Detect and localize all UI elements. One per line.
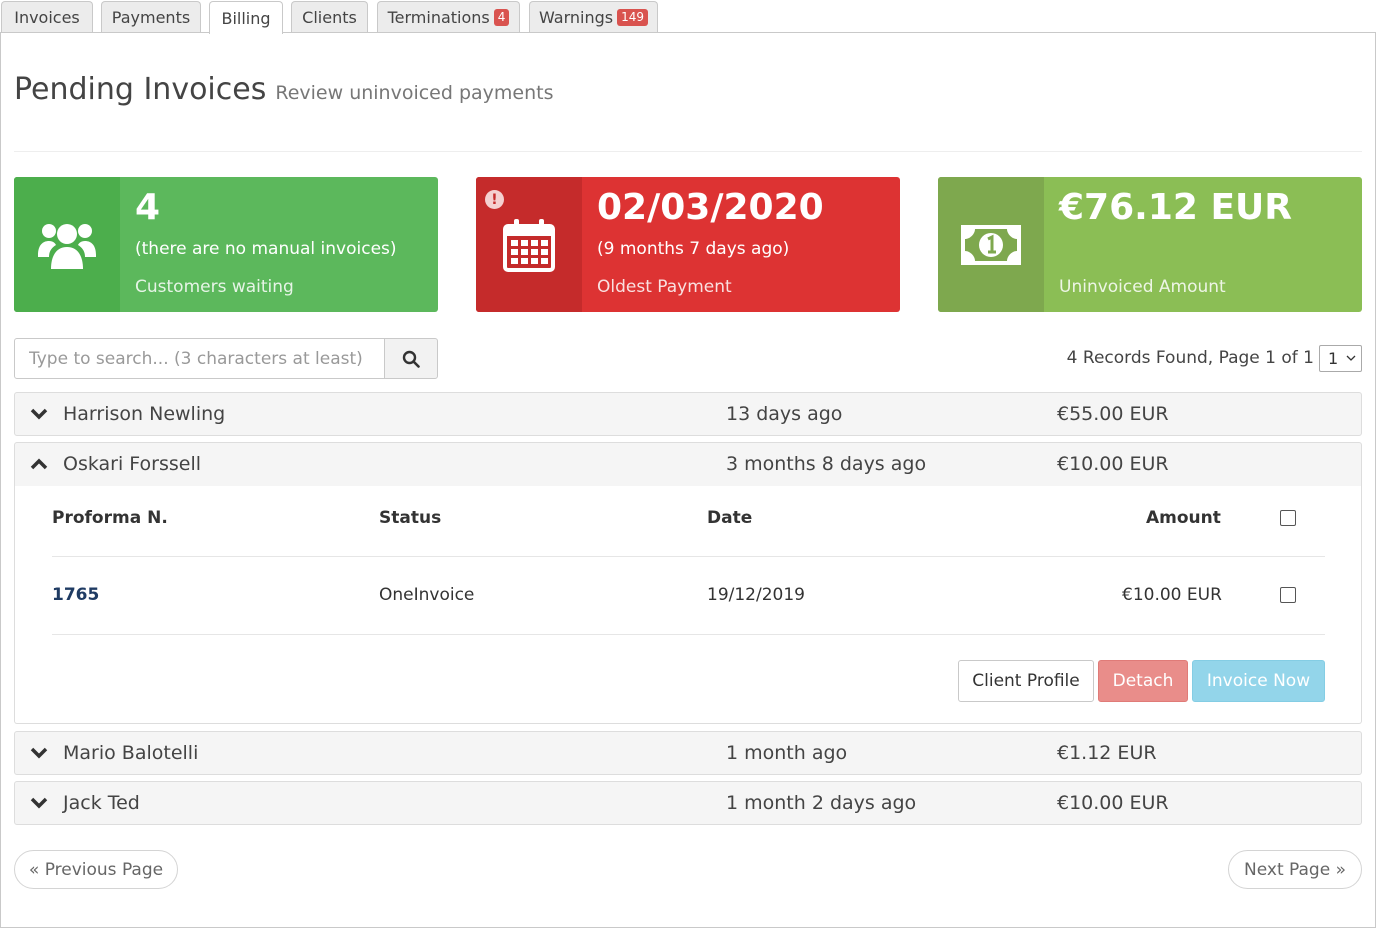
client-row-harrison-newling[interactable]: Harrison Newling 13 days ago €55.00 EUR: [14, 392, 1362, 436]
warnings-badge: 149: [617, 9, 649, 26]
users-icon: [14, 177, 120, 312]
tab-invoices[interactable]: Invoices: [1, 1, 93, 33]
oldest-payment-age: (9 months 7 days ago): [597, 239, 790, 259]
client-profile-button[interactable]: Client Profile: [958, 660, 1094, 702]
row-checkbox[interactable]: [1280, 587, 1296, 603]
page-select[interactable]: 1: [1319, 345, 1362, 372]
payment-age: 13 days ago: [726, 403, 843, 425]
uninvoiced-amount-label: Uninvoiced Amount: [1059, 277, 1226, 297]
tab-label: Billing: [221, 8, 271, 28]
proforma-link[interactable]: 1765: [52, 585, 99, 605]
previous-page-button[interactable]: « Previous Page: [14, 850, 178, 889]
proforma-date: 19/12/2019: [707, 585, 805, 605]
tab-bar: Invoices Payments Billing Clients Termin…: [0, 0, 1376, 34]
page-title: Pending Invoices: [14, 72, 267, 107]
header-divider: [14, 151, 1362, 152]
client-name: Oskari Forssell: [63, 453, 202, 475]
client-name: Jack Ted: [63, 792, 140, 814]
terminations-badge: 4: [493, 9, 510, 26]
customers-note: (there are no manual invoices): [135, 239, 397, 259]
select-all-checkbox[interactable]: [1280, 510, 1296, 526]
client-name: Mario Balotelli: [63, 742, 199, 764]
customers-label: Customers waiting: [135, 277, 294, 297]
search-input[interactable]: [14, 338, 385, 379]
payment-age: 3 months 8 days ago: [726, 453, 927, 475]
client-row-jack-ted[interactable]: Jack Ted 1 month 2 days ago €10.00 EUR: [14, 781, 1362, 825]
tab-label: Terminations: [387, 8, 490, 27]
tab-terminations[interactable]: Terminations 4: [377, 1, 520, 33]
client-row-mario-balotelli[interactable]: Mario Balotelli 1 month ago €1.12 EUR: [14, 731, 1362, 775]
page-select-value: 1: [1328, 349, 1339, 368]
column-header-status: Status: [379, 508, 442, 528]
client-amount: €55.00 EUR: [1057, 403, 1169, 425]
tab-payments[interactable]: Payments: [101, 1, 201, 33]
tab-label: Warnings: [538, 8, 614, 27]
proforma-amount: €10.00 EUR: [1122, 585, 1222, 605]
client-detail-panel: Proforma N. Status Date Amount 1765 OneI…: [14, 486, 1362, 724]
page-subtitle: Review uninvoiced payments: [275, 82, 554, 104]
chevron-down-icon: [30, 408, 48, 420]
tab-label: Invoices: [14, 8, 80, 27]
tab-warnings[interactable]: Warnings 149: [529, 1, 658, 33]
uninvoiced-amount-box: €76.12 EUR Uninvoiced Amount: [938, 177, 1362, 312]
column-header-proforma: Proforma N.: [52, 508, 168, 528]
search-icon: [402, 350, 420, 368]
customers-count: 4: [135, 187, 161, 228]
oldest-payment-box: ! 02/03/2020 (9 months 7 days ago) Oldes…: [476, 177, 900, 312]
chevron-down-icon: [30, 797, 48, 809]
client-amount: €1.12 EUR: [1057, 742, 1157, 764]
chevron-down-icon: [1346, 355, 1356, 361]
search-button[interactable]: [384, 338, 438, 379]
detach-button[interactable]: Detach: [1098, 660, 1188, 702]
tab-clients[interactable]: Clients: [291, 1, 368, 33]
tab-label: Clients: [302, 8, 357, 27]
table-divider: [52, 634, 1325, 635]
invoice-now-button[interactable]: Invoice Now: [1192, 660, 1325, 702]
client-name: Harrison Newling: [63, 403, 226, 425]
chevron-down-icon: [30, 747, 48, 759]
uninvoiced-amount: €76.12 EUR: [1059, 187, 1292, 228]
column-header-date: Date: [707, 508, 753, 528]
records-summary: 4 Records Found, Page 1 of 1: [1066, 348, 1314, 368]
column-header-amount: Amount: [1146, 508, 1221, 528]
next-page-button[interactable]: Next Page »: [1228, 850, 1362, 889]
client-amount: €10.00 EUR: [1057, 453, 1169, 475]
tab-label: Payments: [111, 8, 191, 27]
customers-waiting-box: 4 (there are no manual invoices) Custome…: [14, 177, 438, 312]
chevron-up-icon: [30, 458, 48, 470]
oldest-payment-date: 02/03/2020: [597, 187, 824, 228]
alert-icon: !: [485, 190, 504, 209]
money-icon-wrap: [938, 177, 1044, 312]
page-header: Pending Invoices Review uninvoiced payme…: [14, 72, 554, 107]
client-amount: €10.00 EUR: [1057, 792, 1169, 814]
client-row-oskari-forssell[interactable]: Oskari Forssell 3 months 8 days ago €10.…: [14, 442, 1362, 487]
proforma-status: OneInvoice: [379, 585, 475, 605]
tab-billing[interactable]: Billing: [209, 1, 283, 34]
calendar-icon: [503, 218, 555, 272]
payment-age: 1 month 2 days ago: [726, 792, 917, 814]
table-divider: [52, 556, 1325, 557]
oldest-payment-label: Oldest Payment: [597, 277, 732, 297]
payment-age: 1 month ago: [726, 742, 848, 764]
money-icon: [961, 224, 1021, 265]
